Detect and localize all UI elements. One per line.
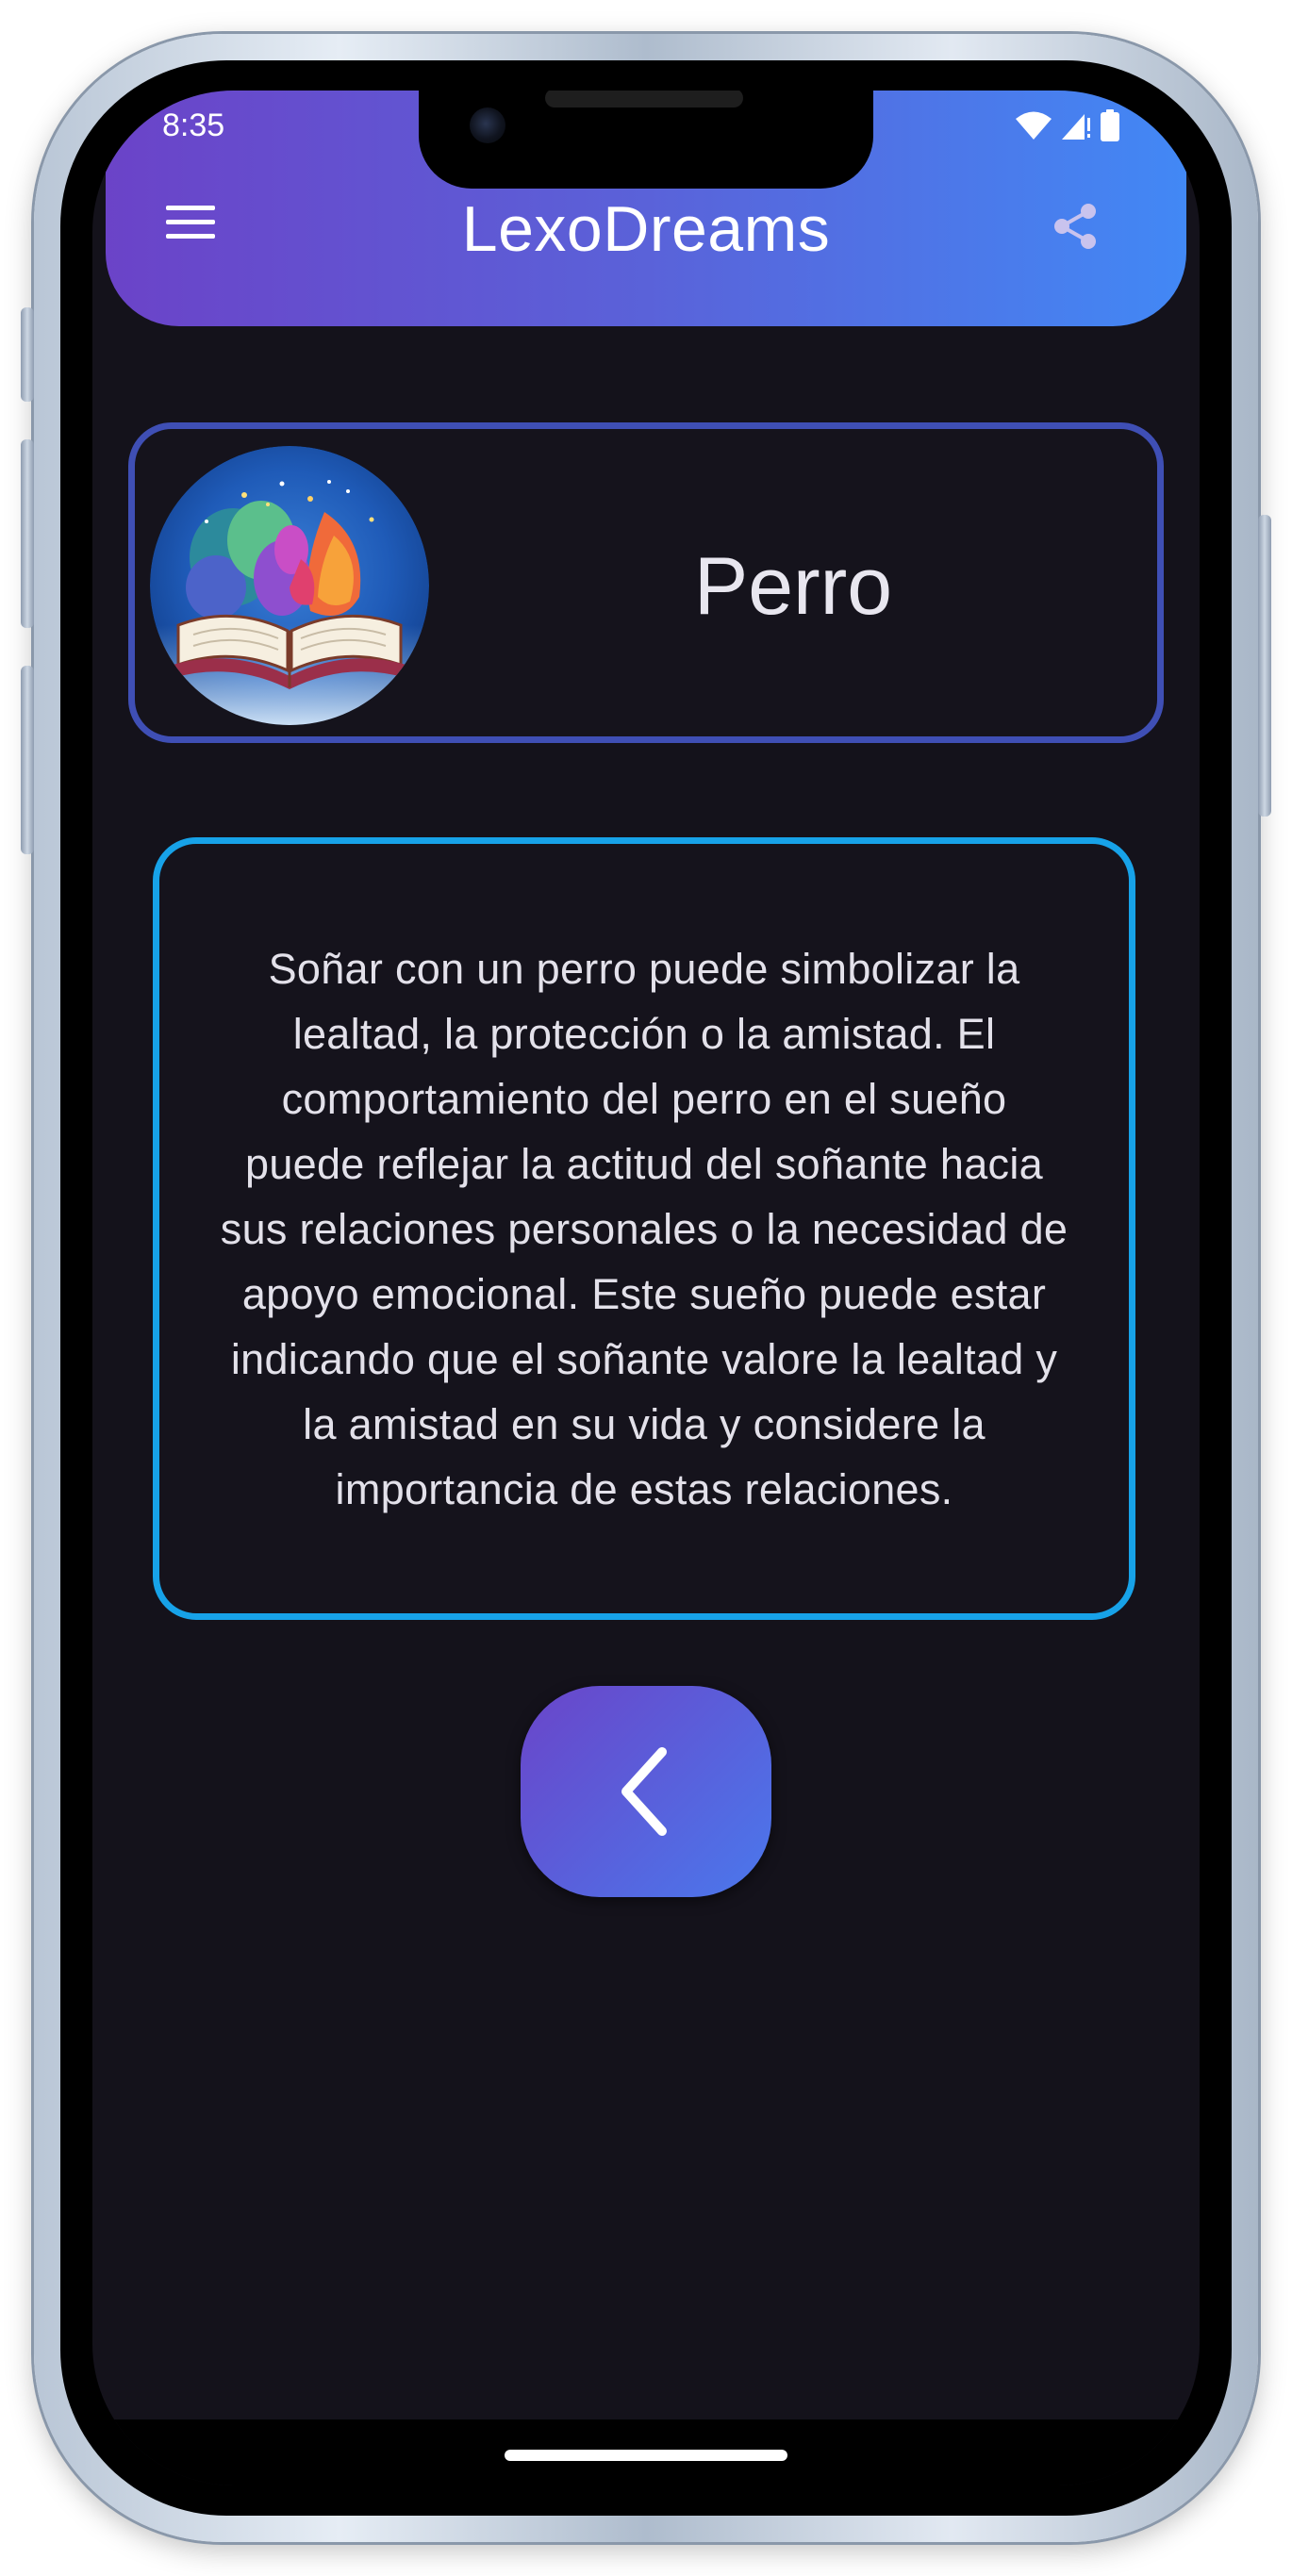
open-book-dream-logo [150,446,429,725]
dream-title: Perro [693,541,893,632]
phone-action-button [21,307,34,402]
front-camera [470,107,505,143]
app-title: LexoDreams [461,193,831,265]
home-indicator[interactable] [505,2450,787,2461]
earpiece-speaker [545,91,743,107]
dream-title-card: Perro [128,422,1164,743]
app-screen: 8:35 LexoDreams Perro Soñar con un perro… [92,91,1200,2485]
phone-power-button [1258,515,1271,817]
status-icons [1015,109,1120,141]
back-button[interactable] [521,1686,771,1897]
chevron-left-icon [621,1747,667,1836]
share-icon [1054,204,1096,249]
share-button[interactable] [1037,189,1113,264]
battery-icon [1101,109,1119,141]
status-time: 8:35 [162,107,225,143]
cellular-signal-icon [1062,114,1090,140]
wifi-icon [1016,111,1052,140]
dream-description-card: Soñar con un perro puede simbolizar la l… [153,837,1135,1620]
phone-volume-up-button [21,439,34,628]
dream-description: Soñar con un perro puede simbolizar la l… [220,944,1068,1513]
phone-volume-down-button [21,666,34,854]
